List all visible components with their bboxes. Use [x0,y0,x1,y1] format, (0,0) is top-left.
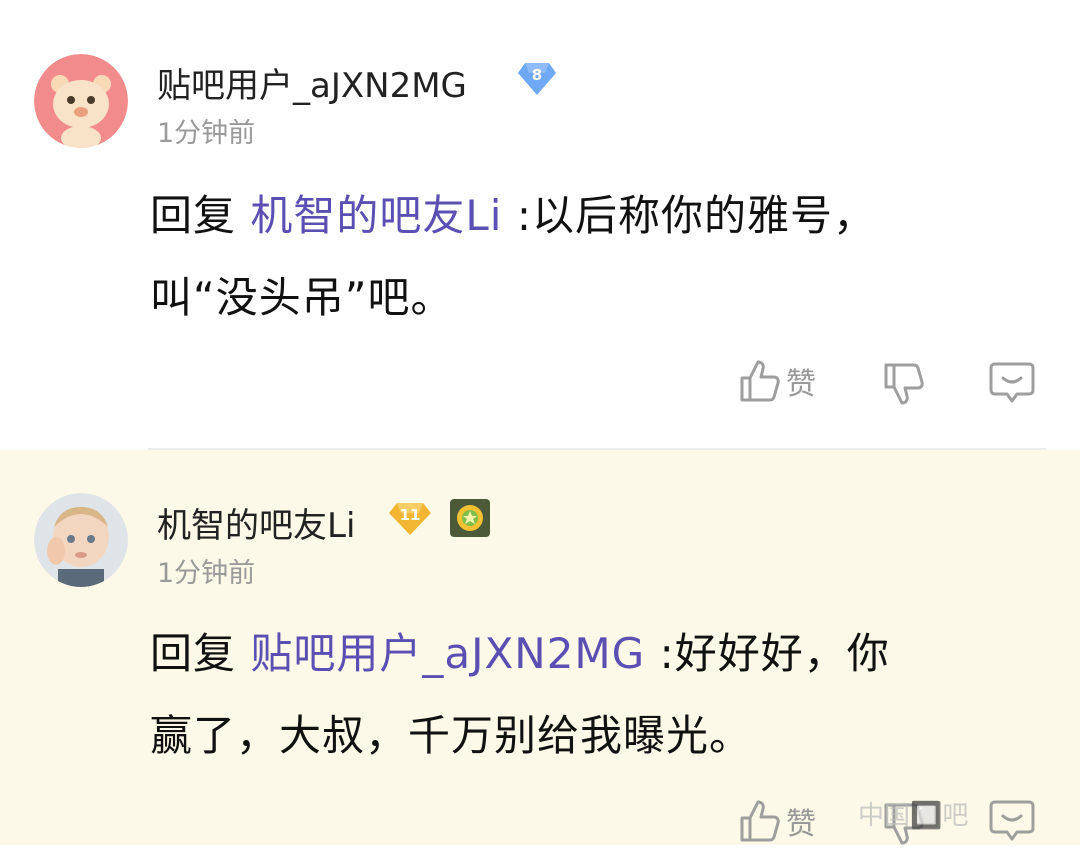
comment-icon [989,800,1035,841]
mention-link[interactable]: 机智的吧友Li [250,191,502,240]
comment-icon [989,362,1035,403]
diamond-badge-icon: 8 [517,61,557,97]
thumbs-up-icon [740,800,780,842]
dislike-button[interactable] [882,360,926,410]
like-button[interactable]: 赞 [738,356,816,406]
post-time: 1分钟前 [157,118,256,149]
avatar[interactable] [34,54,128,148]
comment-line2: 赢了，大叔，千万别给我曝光。 [150,711,753,760]
thumbs-up-icon [740,360,780,402]
reply-prefix: 回复 [150,629,237,678]
like-label: 赞 [786,367,816,402]
thumbs-down-icon [884,363,924,405]
avatar[interactable] [34,493,128,587]
comment-line1: :好好好，你 [659,629,890,678]
like-button[interactable]: 赞 [738,796,816,846]
diamond-badge-icon: 11 [388,501,432,537]
comment-line1: :以后称你的雅号， [516,191,876,240]
level-number: 8 [531,66,543,84]
reply-button[interactable] [989,358,1035,408]
like-label: 赞 [786,807,816,842]
comment-line2: 叫“没头吊”吧。 [150,273,454,322]
level-number: 11 [399,506,421,524]
mention-link[interactable]: 贴吧用户_aJXN2MG [250,629,645,678]
username[interactable]: 机智的吧友Li [157,498,355,547]
comment-item: 贴吧用户_aJXN2MG 8 1分钟前 回复 机智的吧友Li :以后称你的雅号，… [0,0,1080,448]
comment-text: 回复 机智的吧友Li :以后称你的雅号， 叫“没头吊”吧。 [150,175,1050,339]
reply-button[interactable] [989,796,1035,846]
star-medal-icon [449,498,491,538]
username[interactable]: 贴吧用户_aJXN2MG [157,58,467,107]
reply-prefix: 回复 [150,191,237,240]
watermark: 中国🔲吧 [858,801,969,831]
post-time: 1分钟前 [157,558,256,589]
comment-item: 机智的吧友Li 11 1分钟前 回复 贴吧用户_aJXN2MG :好好好，你 赢… [0,450,1080,845]
comment-text: 回复 贴吧用户_aJXN2MG :好好好，你 赢了，大叔，千万别给我曝光。 [150,613,1050,777]
